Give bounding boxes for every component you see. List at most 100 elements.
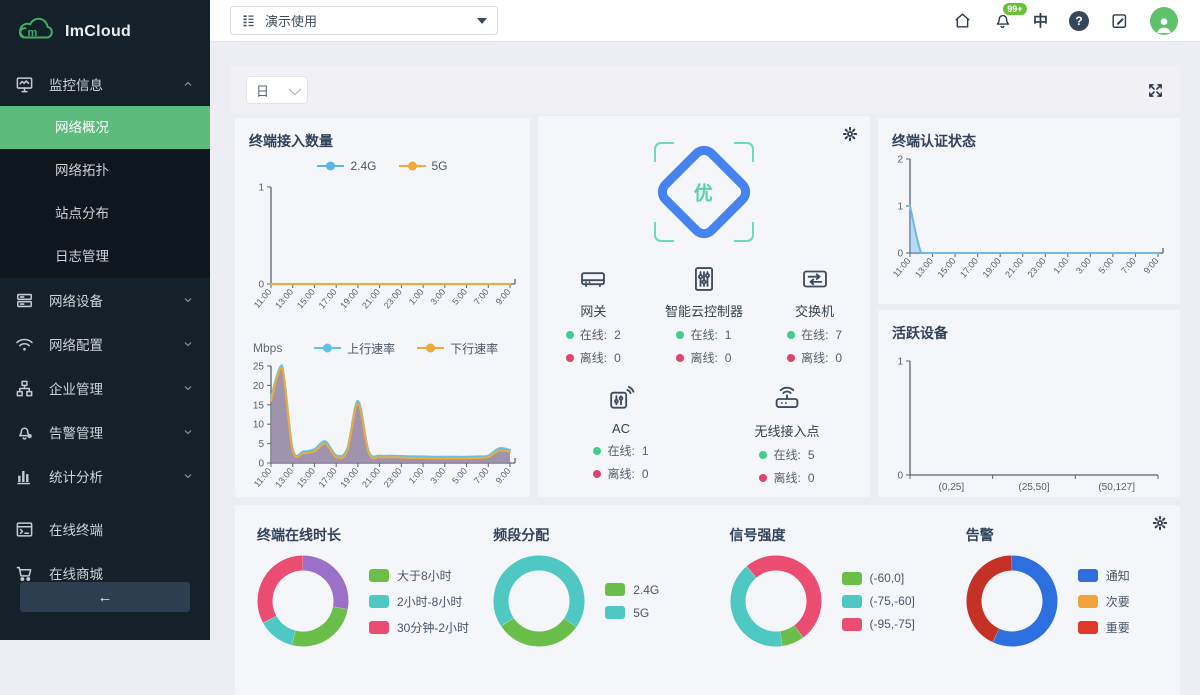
auth-status-chart: 01211:0013:0015:0017:0019:0021:0023:001:… xyxy=(884,151,1180,308)
terminal-icon xyxy=(15,520,34,539)
sidebar-item-label: 统计分析 xyxy=(49,466,103,486)
svg-text:5:00: 5:00 xyxy=(450,287,469,307)
cart-icon xyxy=(15,564,34,583)
period-select[interactable]: 日 xyxy=(246,76,308,104)
avatar[interactable] xyxy=(1150,7,1178,35)
online-count: 1 xyxy=(725,328,732,342)
legend-item[interactable]: 上行速率 xyxy=(314,340,395,357)
edit-icon[interactable] xyxy=(1110,11,1129,30)
legend-item[interactable]: 2.4G xyxy=(317,159,376,173)
card-title: 频段分配 xyxy=(493,525,707,545)
chevron-up-icon xyxy=(182,78,194,90)
legend-swatch xyxy=(369,621,389,634)
sidebar-collapse-button[interactable]: ← xyxy=(20,582,190,612)
sidebar-item-label: 在线终端 xyxy=(49,519,103,539)
sidebar-subitem-2[interactable]: 站点分布 xyxy=(0,192,210,235)
svg-text:13:00: 13:00 xyxy=(913,256,935,280)
access-point-icon xyxy=(772,384,802,414)
language-toggle[interactable]: 中 xyxy=(1033,10,1048,31)
period-value: 日 xyxy=(256,81,269,100)
legend-item[interactable]: 通知 xyxy=(1078,567,1130,584)
chevron-down-icon xyxy=(289,82,302,95)
card-auth-status: 终端认证状态 01211:0013:0015:0017:0019:0021:00… xyxy=(878,118,1180,304)
expand-icon[interactable] xyxy=(1147,82,1164,99)
sidebar-subitem-3[interactable]: 日志管理 xyxy=(0,235,210,278)
sidebar-group-monitor[interactable]: 监控信息 xyxy=(0,62,210,106)
svg-text:1: 1 xyxy=(258,183,264,194)
legend-label: (-95,-75] xyxy=(870,617,915,631)
offline-count: 0 xyxy=(614,351,621,365)
device-name: 无线接入点 xyxy=(704,421,870,440)
sidebar-item-label: 网络设备 xyxy=(49,290,103,310)
gear-icon[interactable] xyxy=(842,126,858,142)
corner-bracket xyxy=(654,142,674,162)
legend-item[interactable]: (-75,-60] xyxy=(842,594,915,608)
device-online-line: 在线:1 xyxy=(649,326,760,343)
legend-swatch xyxy=(842,572,862,585)
device-status-item: 交换机在线:7离线:0 xyxy=(759,264,870,366)
legend-swatch xyxy=(842,595,862,608)
legend-item[interactable]: 30分钟-2小时 xyxy=(369,619,469,636)
sidebar-item-label: 网络配置 xyxy=(49,334,103,354)
bell-icon[interactable]: 99+ xyxy=(993,11,1012,30)
legend-item[interactable]: (-60,0] xyxy=(842,571,915,585)
band-allocation-donut xyxy=(493,555,585,647)
offline-dot xyxy=(759,474,767,482)
donut-legend: 大于8小时 2小时-8小时 30分钟-2小时 xyxy=(369,567,469,636)
card-network-health: 优 网关在线:2离线:0智能云控制器在线:1离线:0交换机在线:7离线:0AC在… xyxy=(538,116,870,497)
online-count: 5 xyxy=(808,448,815,462)
legend-item[interactable]: 下行速率 xyxy=(417,340,498,357)
offline-label: 离线: xyxy=(773,469,800,486)
svg-text:5:00: 5:00 xyxy=(450,466,469,486)
site-selector-dropdown[interactable]: 演示使用 xyxy=(230,6,498,35)
signal-strength-donut xyxy=(730,555,822,647)
caret-down-icon xyxy=(477,18,487,24)
legend-swatch xyxy=(1078,595,1098,608)
legend-item[interactable]: 5G xyxy=(399,159,448,173)
sidebar-group-label: 监控信息 xyxy=(49,74,103,94)
online-label: 在线: xyxy=(580,326,607,343)
legend-item[interactable]: 重要 xyxy=(1078,619,1130,636)
svg-text:7:00: 7:00 xyxy=(472,287,491,307)
home-icon[interactable] xyxy=(953,11,972,30)
device-offline-line: 离线:0 xyxy=(649,349,760,366)
legend-item[interactable]: 2小时-8小时 xyxy=(369,593,469,610)
svg-text:5: 5 xyxy=(258,439,264,450)
dashboard-toolbar: 日 xyxy=(230,66,1180,114)
sidebar-subitem-1[interactable]: 网络拓扑 xyxy=(0,149,210,192)
cloud-logo-icon: m xyxy=(13,13,55,50)
sidebar-subitem-0[interactable]: 网络概况 xyxy=(0,106,210,149)
svg-text:1: 1 xyxy=(897,202,903,213)
svg-text:25: 25 xyxy=(253,362,265,373)
legend-item[interactable]: 大于8小时 xyxy=(369,567,469,584)
device-name: 网关 xyxy=(538,301,649,320)
sidebar-item-2[interactable]: 企业管理 xyxy=(0,366,210,410)
alerts-donut xyxy=(966,555,1058,647)
throughput-chart: 051015202511:0013:0015:0017:0019:0021:00… xyxy=(241,360,530,513)
svg-text:1:00: 1:00 xyxy=(1051,256,1070,276)
sidebar-item-0[interactable]: 网络设备 xyxy=(0,278,210,322)
brand-logo[interactable]: m ImCloud xyxy=(0,0,210,62)
device-name: 智能云控制器 xyxy=(649,301,760,320)
legend-item[interactable]: (-95,-75] xyxy=(842,617,915,631)
gateway-icon xyxy=(578,264,608,294)
legend-item[interactable]: 次要 xyxy=(1078,593,1130,610)
sidebar-item-label: 企业管理 xyxy=(49,378,103,398)
svg-text:19:00: 19:00 xyxy=(338,287,360,311)
sidebar-item-4[interactable]: 统计分析 xyxy=(0,454,210,498)
legend-item[interactable]: 2.4G xyxy=(605,583,659,597)
svg-text:9:00: 9:00 xyxy=(1142,256,1161,276)
help-icon[interactable]: ? xyxy=(1069,11,1089,31)
offline-dot xyxy=(593,470,601,478)
sidebar-item-1[interactable]: 网络配置 xyxy=(0,322,210,366)
sidebar-item-3[interactable]: 告警管理 xyxy=(0,410,210,454)
legend-swatch xyxy=(605,583,625,596)
legend-swatch xyxy=(605,606,625,619)
card-title: 告警 xyxy=(966,525,1180,545)
legend-item[interactable]: 5G xyxy=(605,606,659,620)
legend-label: (-75,-60] xyxy=(870,594,915,608)
svg-text:19:00: 19:00 xyxy=(338,466,360,490)
sidebar-item-5[interactable]: 在线终端 xyxy=(0,507,210,551)
device-offline-line: 离线:0 xyxy=(538,465,704,482)
svg-text:(0,25]: (0,25] xyxy=(939,482,965,493)
